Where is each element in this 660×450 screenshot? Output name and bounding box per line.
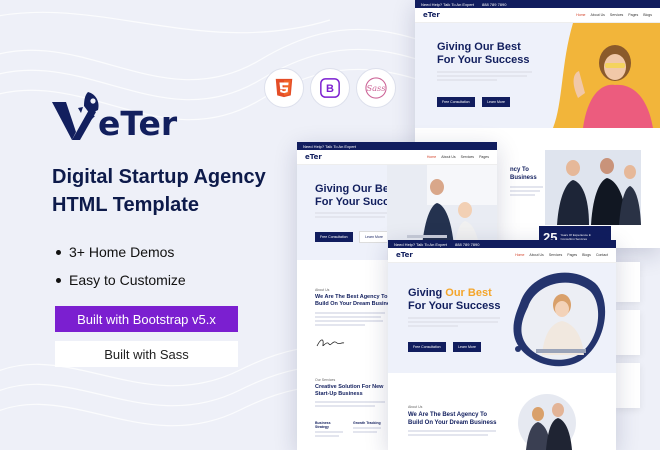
nav-item[interactable]: About Us <box>529 253 543 257</box>
nav-item[interactable]: Home <box>515 253 524 257</box>
brand-logo: eTer <box>50 88 177 144</box>
sass-icon: Sass <box>365 77 387 99</box>
shot3-about-title-1: We Are The Best Agency To <box>408 412 488 418</box>
shot1-navbar: eTer Home About Us Services Pages Blogs <box>415 8 660 23</box>
nav-item[interactable]: Pages <box>567 253 577 257</box>
shot2-topbar: Need Help? Talk To An Expert <box>297 142 497 150</box>
shot2-topbar-text: Need Help? Talk To An Expert <box>303 143 356 149</box>
shot1-hero: Giving Our Best For Your Success Free Co… <box>415 23 660 128</box>
shot1-hero-title-2: For Your Success <box>437 54 530 66</box>
shot2-consult-button[interactable]: Free Consultation <box>315 232 353 242</box>
shot1-hero-title-1: Giving Our Best <box>437 41 521 53</box>
nav-item[interactable]: Blogs <box>643 13 652 17</box>
nav-item[interactable]: About Us <box>590 13 604 17</box>
shot2-logo: eTer <box>305 153 322 161</box>
shot3-about-photo <box>518 394 576 450</box>
shot2-about-title-1: We Are The Best Agency To <box>315 294 388 300</box>
shot1-about-photo <box>545 150 641 225</box>
bullet-icon <box>56 249 61 255</box>
shot3-topbar-text: Need Help? Talk To An Expert <box>394 241 447 247</box>
shot2-services: Our Services Creative Solution For New S… <box>315 378 385 439</box>
nav-item[interactable]: Pages <box>628 13 638 17</box>
shot2-about-kicker: About Us <box>315 288 330 292</box>
shot1-consult-button[interactable]: Free Consultation <box>437 97 475 107</box>
headline: Digital Startup Agency HTML Template <box>52 163 266 219</box>
shot2-service-b: Growth Tracking <box>353 421 381 425</box>
headline-line-2: HTML Template <box>52 194 200 216</box>
shot1-topbar-text: Need Help? Talk To An Expert <box>421 1 474 7</box>
shot3-hero-title-1a: Giving <box>408 287 446 299</box>
html5-icon <box>275 78 293 98</box>
signature-icon <box>316 339 345 347</box>
feature-label: Easy to Customize <box>69 272 186 288</box>
nav-item[interactable]: Services <box>549 253 562 257</box>
shot3-logo: eTer <box>396 251 413 259</box>
feature-item: Easy to Customize <box>56 266 186 294</box>
shot3-consult-button[interactable]: Free Consultation <box>408 342 446 352</box>
svg-text:Sass: Sass <box>366 83 385 93</box>
shot2-navbar: eTer Home About Us Services Pages <box>297 150 497 165</box>
shot3-learn-button[interactable]: Learn More <box>453 342 481 352</box>
shot3-hero-title-2: For Your Success <box>408 300 501 312</box>
shot2-services-title-1: Creative Solution For New <box>315 384 384 390</box>
shot2-about: About Us We Are The Best Agency To Build… <box>315 288 396 355</box>
feature-item: 3+ Home Demos <box>56 238 186 266</box>
shot2-services-kicker: Our Services <box>315 378 336 382</box>
shot1-topbar-phone: 888 789 7890 <box>482 1 507 7</box>
shot2-about-title-2: Build On Your Dream Business <box>315 301 397 307</box>
shot3-navbar: eTer Home About Us Services Pages Blogs … <box>388 248 616 263</box>
nav-item[interactable]: About Us <box>441 155 455 159</box>
shot3-topbar: Need Help? Talk To An Expert 888 789 789… <box>388 240 616 248</box>
svg-text:B: B <box>326 83 334 95</box>
shot1-nav: Home About Us Services Pages Blogs <box>571 13 652 17</box>
html5-badge <box>264 68 304 108</box>
bootstrap-icon: B <box>320 78 340 98</box>
nav-item[interactable]: Home <box>427 155 436 159</box>
shot2-nav: Home About Us Services Pages <box>422 155 489 159</box>
logo-text: eTer <box>98 104 178 143</box>
shot3-hero-title-1b: Our Best <box>445 287 492 299</box>
sass-badge: Built with Sass <box>55 341 238 367</box>
shot1-about-title-1: ncy To <box>510 167 529 173</box>
screenshot-home-3: Need Help? Talk To An Expert 888 789 789… <box>388 240 616 450</box>
shot2-services-title-2: Start-Up Business <box>315 391 363 397</box>
nav-item[interactable]: Services <box>461 155 474 159</box>
bootstrap-badge: Built with Bootstrap v5.x <box>55 306 238 332</box>
nav-item[interactable]: Home <box>576 13 585 17</box>
shot1-topbar: Need Help? Talk To An Expert 888 789 789… <box>415 0 660 8</box>
nav-item[interactable]: Blogs <box>582 253 591 257</box>
nav-item[interactable]: Contact <box>596 253 608 257</box>
shot3-topbar-phone: 888 789 7890 <box>455 241 480 247</box>
shot1-logo: eTer <box>423 11 440 19</box>
feature-label: 3+ Home Demos <box>69 244 175 260</box>
shot3-about-kicker: About Us <box>408 405 423 409</box>
shot3-about: About Us We Are The Best Agency To Build… <box>408 405 498 438</box>
sass-badge-icon: Sass <box>356 68 396 108</box>
shot3-hero-photo <box>513 272 606 367</box>
shot1-hero-photo <box>553 23 660 128</box>
headline-line-1: Digital Startup Agency <box>52 166 266 188</box>
bullet-icon <box>56 277 61 283</box>
shot1-learn-button[interactable]: Learn More <box>482 97 510 107</box>
shot1-about-title-2: Business <box>510 175 537 181</box>
service-cards-edge <box>615 262 640 450</box>
shot2-learn-button[interactable]: Learn More <box>359 231 389 243</box>
shot2-service-a: Business Strategy <box>315 421 331 429</box>
feature-list: 3+ Home Demos Easy to Customize <box>56 238 186 294</box>
shot3-hero: Giving Our Best For Your Success Free Co… <box>388 263 616 373</box>
nav-item[interactable]: Pages <box>479 155 489 159</box>
nav-item[interactable]: Services <box>610 13 623 17</box>
bootstrap-badge-icon: B <box>310 68 350 108</box>
shot3-about-title-2: Build On Your Dream Business <box>408 420 497 426</box>
shot3-nav: Home About Us Services Pages Blogs Conta… <box>510 253 608 257</box>
